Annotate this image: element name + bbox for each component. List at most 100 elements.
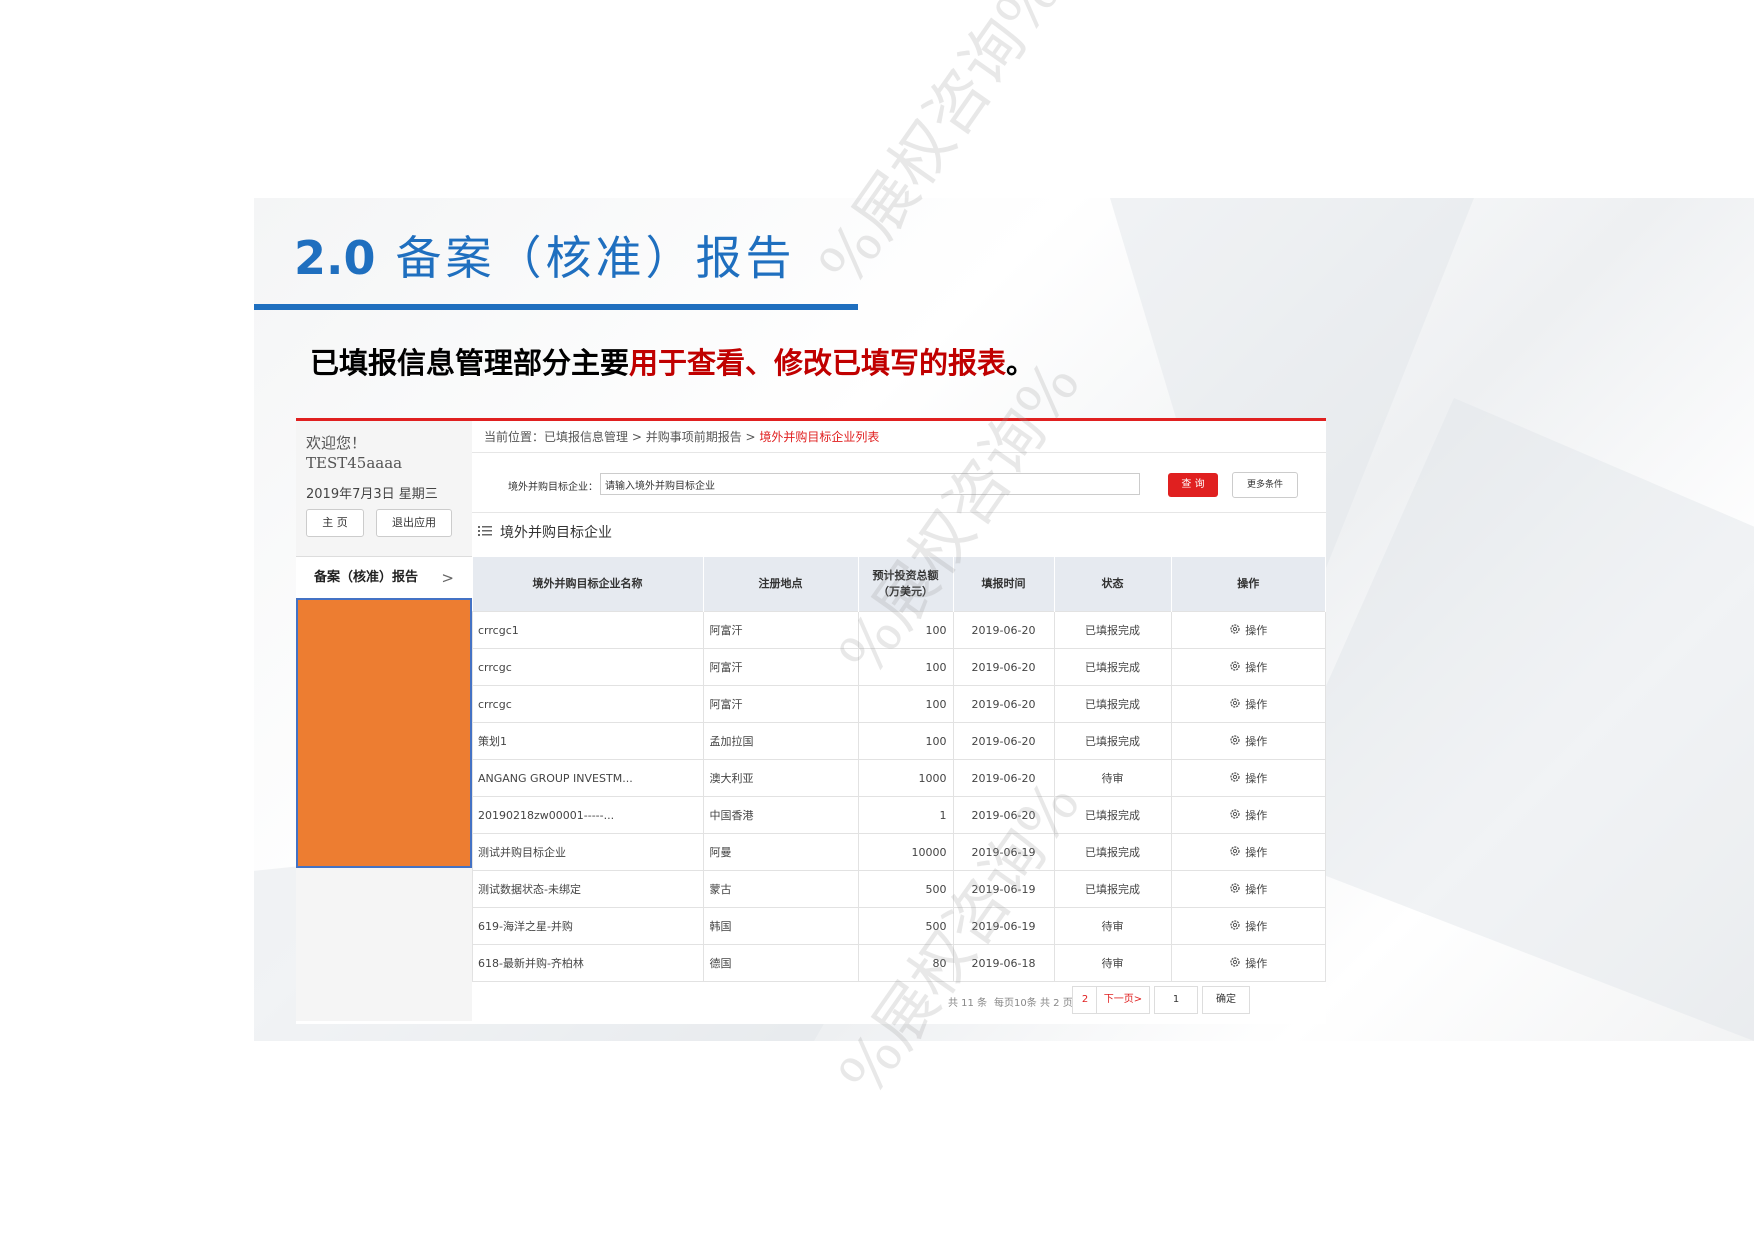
- gear-icon: [1229, 808, 1241, 823]
- cell-place: 澳大利亚: [702, 759, 859, 797]
- operate-label: 操作: [1245, 957, 1268, 970]
- operate-button[interactable]: 操作: [1229, 659, 1267, 675]
- operate-label: 操作: [1245, 698, 1268, 711]
- gear-icon: [1229, 734, 1241, 749]
- column-header-status: 状态: [1054, 557, 1172, 612]
- table-row: 测试并购目标企业 阿曼 10000 2019-06-19 已填报完成 操作: [472, 833, 1326, 871]
- cell-status: 已填报完成: [1053, 648, 1172, 686]
- home-button[interactable]: 主 页: [306, 509, 364, 537]
- app-screenshot: 欢迎您！ TEST45aaaa 2019年7月3日 星期三 主 页 退出应用 备…: [296, 418, 1326, 1024]
- operate-button[interactable]: 操作: [1229, 955, 1267, 971]
- sidebar-item-report[interactable]: 备案（核准）报告 >: [296, 556, 472, 599]
- main-content: 当前位置：已填报信息管理 > 并购事项前期报告 > 境外并购目标企业列表 境外并…: [472, 421, 1326, 1021]
- highlight-block: [296, 598, 472, 868]
- operate-label: 操作: [1245, 809, 1268, 822]
- operate-button[interactable]: 操作: [1229, 881, 1267, 897]
- slide-subtitle: 已填报信息管理部分主要用于查看、修改已填写的报表。: [310, 340, 1035, 382]
- cell-name: 测试数据状态-未绑定: [472, 870, 704, 908]
- breadcrumb-path[interactable]: 已填报信息管理 > 并购事项前期报告 >: [544, 430, 759, 444]
- operate-button[interactable]: 操作: [1229, 733, 1267, 749]
- operate-button[interactable]: 操作: [1229, 918, 1267, 934]
- cell-name: crrcgc: [472, 648, 704, 686]
- operate-label: 操作: [1245, 920, 1268, 933]
- cell-ops: 操作: [1170, 611, 1326, 649]
- cell-place: 中国香港: [702, 796, 859, 834]
- cell-name: 20190218zw00001-----...: [472, 796, 704, 834]
- gear-icon: [1229, 956, 1241, 971]
- cell-status: 待审: [1053, 759, 1172, 797]
- cell-place: 蒙古: [702, 870, 859, 908]
- cell-ops: 操作: [1170, 796, 1326, 834]
- section-title: 境外并购目标企业: [478, 522, 612, 542]
- search-bar: 境外并购目标企业： 查 询 更多条件: [472, 454, 1326, 513]
- table-row: 测试数据状态-未绑定 蒙古 500 2019-06-19 已填报完成 操作: [472, 870, 1326, 908]
- username: TEST45aaaa: [306, 454, 403, 472]
- query-button[interactable]: 查 询: [1168, 473, 1218, 497]
- cell-amount: 1000: [857, 759, 954, 797]
- cell-amount: 1: [857, 796, 954, 834]
- table-row: 20190218zw00001-----... 中国香港 1 2019-06-20 已填…: [472, 796, 1326, 834]
- gear-icon: [1229, 697, 1241, 712]
- cell-ops: 操作: [1170, 722, 1326, 760]
- operate-label: 操作: [1245, 624, 1268, 637]
- welcome-text: 欢迎您！: [306, 434, 367, 452]
- cell-status: 已填报完成: [1053, 722, 1172, 760]
- gear-icon: [1229, 771, 1241, 786]
- cell-ops: 操作: [1170, 648, 1326, 686]
- gear-icon: [1229, 660, 1241, 675]
- cell-name: crrcgc1: [472, 611, 704, 649]
- cell-ops: 操作: [1170, 907, 1326, 945]
- logout-button[interactable]: 退出应用: [376, 509, 452, 537]
- cell-date: 2019-06-20: [952, 648, 1055, 686]
- section-title-text: 境外并购目标企业: [500, 525, 612, 541]
- cell-status: 已填报完成: [1053, 870, 1172, 908]
- gear-icon: [1229, 623, 1241, 638]
- gear-icon: [1229, 882, 1241, 897]
- subtitle-black: 已填报信息管理部分主要: [310, 346, 630, 380]
- cell-name: 策划1: [472, 722, 704, 760]
- operate-label: 操作: [1245, 772, 1268, 785]
- pager-page-link[interactable]: 2: [1072, 986, 1098, 1014]
- operate-button[interactable]: 操作: [1229, 696, 1267, 712]
- cell-place: 阿富汗: [702, 685, 859, 723]
- cell-name: crrcgc: [472, 685, 704, 723]
- operate-label: 操作: [1245, 846, 1268, 859]
- pager-next-button[interactable]: 下一页>: [1096, 986, 1150, 1014]
- operate-button[interactable]: 操作: [1229, 807, 1267, 823]
- slide-title: 2.0 备案（核准）报告: [294, 228, 796, 288]
- breadcrumb-current: 境外并购目标企业列表: [759, 430, 880, 444]
- column-header-ops: 操作: [1171, 557, 1326, 612]
- cell-place: 孟加拉国: [702, 722, 859, 760]
- sidebar: 欢迎您！ TEST45aaaa 2019年7月3日 星期三 主 页 退出应用 备…: [296, 421, 472, 1021]
- pager-pages: 共 2 页: [1040, 998, 1073, 1009]
- cell-place: 阿曼: [702, 833, 859, 871]
- operate-button[interactable]: 操作: [1229, 770, 1267, 786]
- operate-label: 操作: [1245, 883, 1268, 896]
- cell-amount: 100: [857, 722, 954, 760]
- cell-amount: 10000: [857, 833, 954, 871]
- table-row: crrcgc 阿富汗 100 2019-06-20 已填报完成 操作: [472, 685, 1326, 723]
- subtitle-red: 用于查看、修改已填写的报表: [629, 346, 1007, 380]
- cell-ops: 操作: [1170, 685, 1326, 723]
- cell-amount: 100: [857, 685, 954, 723]
- more-conditions-button[interactable]: 更多条件: [1232, 472, 1298, 498]
- search-input[interactable]: [600, 473, 1140, 495]
- search-label: 境外并购目标企业：: [508, 482, 598, 493]
- operate-button[interactable]: 操作: [1229, 844, 1267, 860]
- pager-confirm-button[interactable]: 确定: [1202, 986, 1250, 1014]
- table-row: ANGANG GROUP INVESTM... 澳大利亚 1000 2019-06-2…: [472, 759, 1326, 797]
- cell-name: 619-海洋之星-并购: [472, 907, 704, 945]
- cell-ops: 操作: [1170, 944, 1326, 982]
- breadcrumb-prefix: 当前位置：: [484, 430, 545, 444]
- cell-ops: 操作: [1170, 759, 1326, 797]
- cell-status: 待审: [1053, 907, 1172, 945]
- cell-date: 2019-06-20: [952, 722, 1055, 760]
- operate-button[interactable]: 操作: [1229, 622, 1267, 638]
- cell-status: 待审: [1053, 944, 1172, 982]
- cell-date: 2019-06-20: [952, 611, 1055, 649]
- title-number: 2.0: [294, 231, 376, 285]
- pager-page-input[interactable]: 1: [1154, 986, 1198, 1014]
- column-header-name: 境外并购目标企业名称: [472, 557, 704, 612]
- gear-icon: [1229, 845, 1241, 860]
- title-underline: [254, 304, 858, 310]
